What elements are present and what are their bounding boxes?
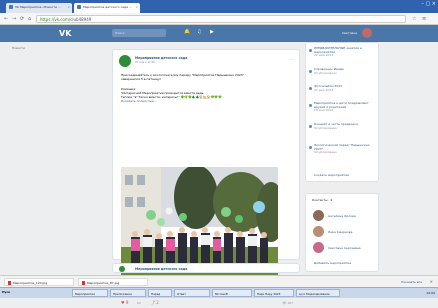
window-controls[interactable]: – ▢ × [421, 1, 436, 7]
taskbar-item[interactable]: Microsoft [212, 289, 252, 297]
home-icon[interactable]: ⌂ [28, 16, 31, 22]
bookmark-star-icon[interactable]: ☆ [412, 16, 416, 22]
url-field[interactable]: https://vk.com/club48949 [36, 15, 406, 23]
taskbar-item[interactable]: Парк Перу 2023 [254, 289, 294, 297]
add-link[interactable]: Добавить мероприятие [314, 261, 351, 265]
contact-name[interactable]: Ангелина Орлова [328, 214, 356, 218]
play-icon[interactable]: ▶ [210, 29, 214, 35]
contacts-title[interactable]: Контакты · 4 [312, 198, 332, 202]
reload-icon[interactable]: ⟳ [20, 16, 24, 22]
contacts-panel: Контакты · 4 Ангелина Орлова Лера Смирно… [305, 193, 379, 272]
forward-icon[interactable]: → [12, 16, 16, 22]
back-icon[interactable]: ← [4, 16, 8, 22]
vk-header: VK Поиск 🔔 ♫ ▶ Светлана [0, 25, 438, 42]
avatar[interactable] [313, 242, 324, 253]
close-tab-icon[interactable]: × [67, 5, 70, 9]
browser-tab-bar: VK Мероприятия «Новости … × Мероприятия … [0, 0, 438, 13]
views-count: 👁 167 [282, 301, 294, 305]
bell-icon[interactable]: 🔔 [184, 29, 190, 35]
show-more-link[interactable]: Показать полностью... [121, 99, 157, 104]
taskbar-item[interactable]: Ответ [174, 289, 210, 297]
right-panel-item[interactable]: Мероприятия и дети поздравляют друзей и … [314, 101, 376, 113]
download-item[interactable]: Мероприятие_120.jpg [4, 278, 74, 286]
contact-name[interactable]: Светлана Сергеевна [328, 246, 361, 250]
wall-post: Мероприятия детского сада 20 мая в 12:00… [112, 49, 300, 305]
community-name[interactable]: Мероприятия детского сада [135, 267, 187, 271]
menu-icon[interactable]: ≡ [422, 16, 426, 22]
avatar[interactable] [313, 210, 324, 221]
bullet-icon [309, 87, 312, 90]
file-icon [8, 281, 11, 285]
start-button[interactable]: Пуск [2, 290, 10, 294]
post-text-line: завершился 5 в пятницу! [121, 77, 162, 81]
bullet-icon [309, 104, 312, 107]
close-icon[interactable]: × [430, 279, 433, 284]
community-name[interactable]: Мероприятия детского сада [135, 56, 187, 60]
browser-tab[interactable]: VK Мероприятия «Новости … × [6, 3, 72, 13]
bullet-icon [309, 125, 312, 128]
bullet-icon [309, 70, 312, 73]
download-item[interactable]: Мероприятие_87.jpg [78, 278, 148, 286]
file-icon [82, 281, 85, 285]
comment-icon[interactable]: ▭ [137, 300, 141, 305]
community-avatar[interactable] [119, 266, 125, 272]
downloads-bar: Мероприятие_120.jpg Мероприятие_87.jpg П… [0, 275, 438, 287]
share-button[interactable]: ⤴ 2 [151, 300, 159, 306]
bullet-icon [309, 146, 312, 149]
create-event-link[interactable]: Создать мероприятие [314, 173, 349, 177]
community-avatar[interactable] [119, 55, 131, 67]
wall-post-2: Мероприятия детского сада [112, 263, 300, 273]
vk-favicon-icon [77, 5, 81, 9]
avatar[interactable] [362, 28, 372, 38]
taskbar-item[interactable]: Парад [148, 289, 172, 297]
right-panel-item[interactable]: Фотоальбом 2023 22 мая 2023 [314, 84, 376, 92]
post-actions: ♥ 9 ▭ ⤴ 2 👁 167 [121, 300, 293, 308]
browser-tab-active[interactable]: Мероприятия детского сада … × [74, 3, 140, 13]
post-date[interactable]: 20 мая в 12:00 [135, 61, 155, 64]
left-nav: Новости [12, 46, 25, 50]
taskbar-item[interactable]: Приложение [110, 289, 146, 297]
right-panel-item[interactable]: ПРЕДВАРИТЕЛЬНЫЕ занятия и мероприятия 22 … [314, 46, 376, 58]
right-panel-item[interactable]: Справочник Ирада Опубликовано [314, 67, 376, 75]
search-input[interactable]: Поиск [112, 29, 166, 37]
taskbar-item[interactable]: Lync Моделирование [296, 289, 340, 297]
right-panel-item[interactable]: Концерт в честь праздника Опубликовано [314, 122, 376, 130]
bullet-icon [309, 49, 312, 52]
address-bar: ← → ⟳ ⌂ https://vk.com/club48949 ☆ ≡ [0, 13, 438, 25]
close-tab-icon[interactable]: × [135, 5, 138, 9]
username[interactable]: Светлана [342, 31, 357, 35]
more-options-icon[interactable]: ··· [289, 57, 293, 62]
taskbar-item[interactable]: Мероприятия [72, 289, 108, 297]
show-all-downloads-link[interactable]: Показать все [401, 280, 422, 284]
like-button[interactable]: ♥ 9 [121, 300, 128, 305]
vk-logo[interactable]: VK [59, 29, 71, 38]
avatar[interactable] [313, 226, 324, 237]
right-panel: ПРЕДВАРИТЕЛЬНЫЕ занятия и мероприятия 22 … [305, 42, 379, 182]
contact-name[interactable]: Лера Смирнова [328, 230, 352, 234]
left-nav-item[interactable]: Новости [12, 46, 25, 50]
right-panel-item[interactable]: Экологический парад "Нарышкино 2023" Опуб… [314, 143, 376, 155]
taskbar: Пуск Мероприятия Приложение Парад Ответ … [0, 287, 438, 298]
clock[interactable]: 12:00 [426, 291, 435, 295]
vk-favicon-icon [9, 5, 13, 9]
music-icon[interactable]: ♫ [197, 29, 201, 35]
